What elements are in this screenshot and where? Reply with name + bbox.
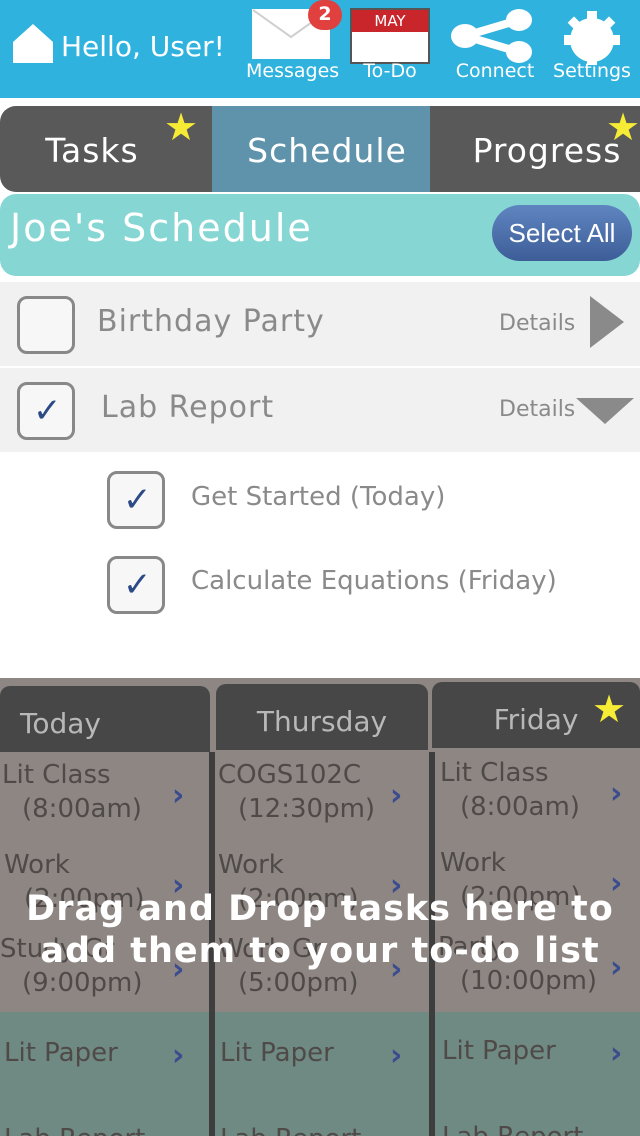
event-name[interactable]: Lit Class [2,758,111,792]
star-icon: ★ [164,106,200,149]
tab-tasks[interactable]: Tasks ★ [0,106,212,192]
checkmark-icon: ✓ [123,565,152,605]
event-time: (8:00am) [460,792,580,822]
event-name[interactable]: Work [4,848,70,882]
event-time: (12:30pm) [238,794,376,824]
messages-button[interactable]: 2 Messages [246,0,342,98]
subtask-checkbox[interactable]: ✓ [107,556,165,614]
subtask-checkbox[interactable]: ✓ [107,471,165,529]
event-name[interactable]: Lit Class [440,756,549,790]
star-icon: ★ [606,106,640,149]
task-checkbox[interactable]: ✓ [17,382,75,440]
task-label: Birthday Party [97,304,325,339]
chevron-right-icon[interactable]: › [610,776,622,811]
tab-schedule-label: Schedule [247,131,407,170]
star-icon: ★ [592,687,627,731]
event-name[interactable]: COGS102C [218,758,361,792]
messages-badge: 2 [308,0,342,30]
chevron-right-icon[interactable]: › [390,1038,402,1073]
calendar-icon: MAY [350,8,430,64]
expand-right-icon[interactable] [590,296,624,348]
settings-label: Settings [553,60,631,82]
schedule-title: Joe's Schedule [10,206,313,250]
subtask-label: Get Started (Today) [191,482,446,512]
messages-label: Messages [246,60,340,82]
event-name[interactable]: Lit Paper [442,1034,556,1068]
task-label: Lab Report [101,390,275,425]
calendar-month: MAY [352,10,428,32]
task-row-lab-report[interactable]: ✓ Lab Report Details [0,368,640,452]
chevron-right-icon[interactable]: › [390,778,402,813]
event-time: (8:00am) [22,794,142,824]
tab-progress[interactable]: Progress ★ [430,106,640,192]
collapse-down-icon[interactable] [576,398,634,424]
drag-drop-hint-line2: add them to your to-do list [40,931,600,971]
todo-button[interactable]: MAY To-Do [348,0,432,98]
tab-progress-label: Progress [472,131,622,170]
home-icon[interactable] [12,22,54,64]
settings-button[interactable]: Settings [552,0,632,98]
event-name[interactable]: Lab Report [442,1120,583,1136]
checkmark-icon: ✓ [123,480,152,520]
teal-band [0,1012,640,1136]
drag-drop-hint: Drag and Drop tasks here to add them to … [0,888,640,972]
event-name[interactable]: Lit Paper [220,1036,334,1070]
drag-drop-hint-line1: Drag and Drop tasks here to [26,889,614,929]
event-name[interactable]: Lit Paper [4,1036,118,1070]
day-header-thursday[interactable]: Thursday [216,684,428,750]
chevron-right-icon[interactable]: › [172,778,184,813]
task-checkbox[interactable] [17,296,75,354]
chevron-right-icon[interactable]: › [172,1038,184,1073]
checkmark-icon: ✓ [33,391,62,431]
subtask-label: Calculate Equations (Friday) [191,566,557,596]
event-name[interactable]: Work [218,848,284,882]
event-name[interactable]: Lab Report [220,1122,361,1136]
top-bar: Hello, User! 2 Messages MAY To-Do Connec… [0,0,640,98]
todo-label: To-Do [363,60,417,82]
details-link[interactable]: Details [499,397,575,422]
event-name[interactable]: Work [440,846,506,880]
select-all-button[interactable]: Select All [492,205,632,261]
task-row-birthday-party[interactable]: Birthday Party Details [0,282,640,366]
tab-schedule[interactable]: Schedule [212,106,430,192]
connect-button[interactable]: Connect [446,0,544,98]
day-header-today[interactable]: Today [0,686,210,752]
tab-bar: Tasks ★ Schedule Progress ★ [0,106,640,192]
share-icon [451,9,532,63]
tab-tasks-label: Tasks [45,131,139,170]
connect-label: Connect [455,60,535,82]
details-link[interactable]: Details [499,311,575,336]
event-name[interactable]: Lab Report [4,1122,145,1136]
chevron-right-icon[interactable]: › [610,1036,622,1071]
greeting-text: Hello, User! [61,30,225,63]
gear-icon [564,11,620,65]
